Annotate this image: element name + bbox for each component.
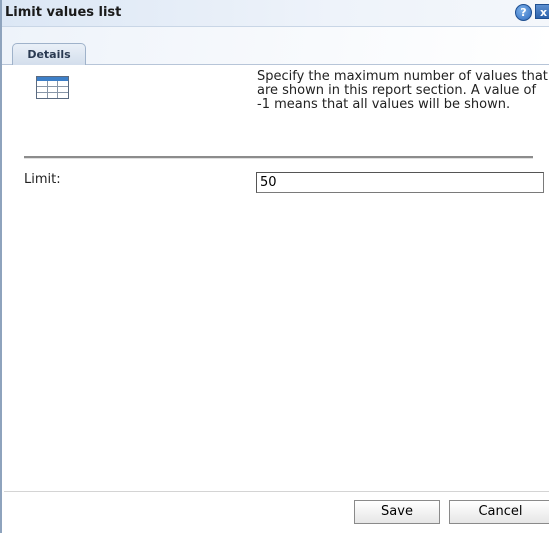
footer-divider <box>4 491 549 492</box>
save-button[interactable]: Save <box>354 500 440 524</box>
limit-description: Specify the maximum number of values tha… <box>257 69 548 112</box>
limit-label: Limit: <box>24 172 61 187</box>
dialog-title: Limit values list <box>5 5 122 20</box>
close-icon[interactable]: x <box>535 4 549 19</box>
limit-values-dialog: Limit values list ? x Details Specify th… <box>0 0 549 533</box>
table-icon <box>36 76 69 99</box>
cancel-button[interactable]: Cancel <box>449 500 549 524</box>
dialog-title-bar: Limit values list ? x <box>2 0 549 27</box>
tab-details[interactable]: Details <box>12 43 86 65</box>
help-icon[interactable]: ? <box>515 4 532 21</box>
limit-input[interactable] <box>256 172 544 193</box>
section-divider <box>24 156 533 159</box>
tab-strip: Details <box>2 27 549 65</box>
